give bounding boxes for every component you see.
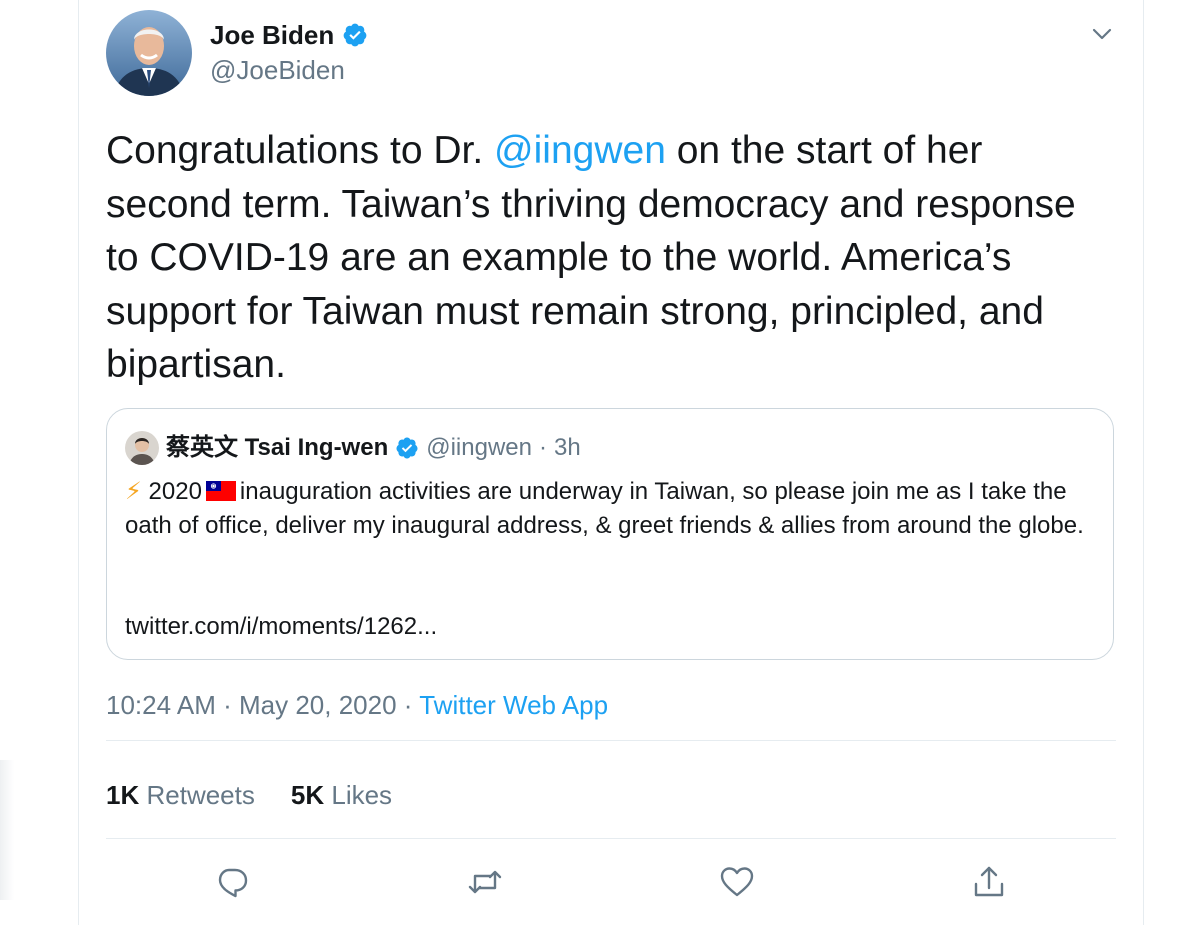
left-shadow [0, 760, 14, 900]
timeline-border-left [78, 0, 79, 925]
likes-count: 5K [290, 780, 325, 810]
reply-button[interactable] [212, 862, 252, 902]
tweet-meta: 10:24 AM · May 20, 2020 · Twitter Web Ap… [106, 688, 608, 722]
divider [106, 740, 1116, 741]
meta-separator: · [223, 690, 232, 720]
retweets-count: 1K [106, 780, 140, 810]
quoted-tweet-text: ⚡ 2020 inauguration activities are underw… [125, 475, 1100, 543]
lightning-icon: ⚡ [125, 478, 142, 505]
quoted-tweet-header: 蔡英文 Tsai Ing-wen @iingwen · 3h [125, 431, 581, 465]
tweet-text-before: Congratulations to Dr. [106, 129, 495, 172]
tweet-source-link[interactable]: Twitter Web App [419, 690, 608, 720]
like-icon [720, 867, 754, 897]
timeline-border-right [1143, 0, 1144, 925]
reply-icon [218, 868, 248, 898]
author-avatar[interactable] [106, 10, 192, 96]
quoted-tweet-time: 3h [553, 434, 581, 461]
author-handle[interactable]: @JoeBiden [210, 54, 345, 86]
taiwan-flag-icon [205, 481, 236, 501]
meta-separator: · [403, 690, 413, 720]
quoted-author-avatar [125, 431, 159, 465]
retweet-button[interactable] [465, 862, 505, 902]
verified-badge-icon [396, 437, 418, 459]
quoted-year: 2020 [148, 478, 202, 505]
retweet-icon [468, 870, 502, 894]
likes-label: Likes [331, 780, 393, 810]
divider [106, 838, 1116, 839]
tweet-stats: 1K Retweets 5K Likes [106, 778, 392, 812]
chevron-down-icon[interactable] [1088, 20, 1116, 48]
author-name-row[interactable]: Joe Biden [210, 19, 368, 51]
retweets-label: Retweets [146, 780, 255, 810]
quoted-author-name: 蔡英文 Tsai Ing-wen [166, 434, 389, 461]
quoted-tweet-link[interactable]: twitter.com/i/moments/1262... [125, 610, 437, 644]
tweet-text: Congratulations to Dr. @iingwen on the s… [106, 124, 1116, 392]
author-display-name[interactable]: Joe Biden [210, 19, 334, 51]
likes-stat[interactable]: 5K Likes [291, 778, 392, 812]
tweet-date[interactable]: May 20, 2020 [239, 690, 397, 720]
quoted-tweet-card[interactable]: 蔡英文 Tsai Ing-wen @iingwen · 3h ⚡ 2020 ina… [106, 408, 1114, 660]
quoted-body-text: inauguration activities are underway in … [125, 478, 1084, 539]
share-icon [974, 866, 1004, 897]
tweet-page: Joe Biden @JoeBiden Congratulations to D… [0, 0, 1200, 925]
like-button[interactable] [717, 862, 757, 902]
quoted-author-handle: @iingwen [426, 434, 532, 461]
retweets-stat[interactable]: 1K Retweets [106, 778, 255, 812]
quoted-separator: · [538, 434, 547, 461]
share-button[interactable] [969, 862, 1009, 902]
verified-badge-icon [343, 23, 367, 47]
tweet-mention-link[interactable]: @iingwen [494, 129, 666, 172]
tweet-time[interactable]: 10:24 AM [106, 690, 216, 720]
